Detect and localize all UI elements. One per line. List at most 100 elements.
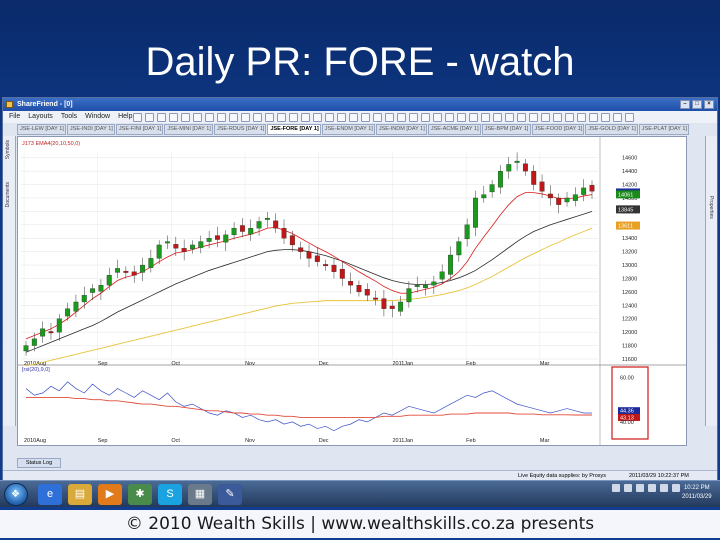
taskbar-icons: e ▤ ▶ ✱ S ▦ ✎ (38, 484, 242, 505)
candle-up (398, 301, 404, 312)
x-tick-label: Dec (319, 361, 329, 367)
toolbar-button-icon[interactable] (325, 112, 334, 122)
side-tab-properties[interactable]: Properties (708, 196, 714, 219)
toolbar-button-icon[interactable] (457, 112, 466, 122)
tab-jse-gold[interactable]: JSE-GOLD [DAY 1] (585, 124, 638, 135)
candle-up (489, 184, 495, 193)
people-icon[interactable]: ✱ (128, 484, 152, 505)
toolbar-button-icon[interactable] (277, 112, 286, 122)
toolbar-button-icon[interactable] (481, 112, 490, 122)
skype-icon[interactable]: S (158, 484, 182, 505)
tab-jse-indi[interactable]: JSE-INDI [DAY 1] (66, 124, 115, 135)
tray-icon[interactable] (672, 484, 680, 492)
tab-jse-food[interactable]: JSE-FOOD [DAY 1] (531, 124, 585, 135)
toolbar-button-icon[interactable] (265, 112, 274, 122)
toolbar-button-icon[interactable] (157, 112, 166, 122)
toolbar-button-icon[interactable] (169, 112, 178, 122)
toolbar-button-icon[interactable] (193, 112, 202, 122)
menu-help[interactable]: Help (118, 111, 132, 123)
toolbar-button-icon[interactable] (385, 112, 394, 122)
internet-explorer-icon[interactable]: e (38, 484, 62, 505)
taskbar-clock[interactable]: 10:22 PM 2011/03/29 (682, 484, 712, 502)
tab-jse-indm[interactable]: JSE-INDM [DAY 1] (375, 124, 427, 135)
menu-window[interactable]: Window (85, 111, 110, 123)
toolbar-button-icon[interactable] (505, 112, 514, 122)
toolbar-button-icon[interactable] (409, 112, 418, 122)
candle-up (248, 228, 254, 235)
chart-area[interactable]: 1460014400142001400013800136001340013200… (17, 136, 687, 446)
toolbar-button-icon[interactable] (337, 112, 346, 122)
tray-icon[interactable] (648, 484, 656, 492)
candle-down (314, 255, 320, 262)
candle-up (564, 197, 570, 203)
toolbar-button-icon[interactable] (241, 112, 250, 122)
toolbar-button-icon[interactable] (469, 112, 478, 122)
side-tab-symbols[interactable]: Symbols (5, 140, 11, 159)
toolbar-button-icon[interactable] (613, 112, 622, 122)
toolbar-button-icon[interactable] (301, 112, 310, 122)
toolbar-button-icon[interactable] (373, 112, 382, 122)
start-button[interactable]: ❖ (4, 483, 28, 506)
minimize-icon[interactable]: – (680, 100, 690, 109)
toolbar-button-icon[interactable] (421, 112, 430, 122)
toolbar-button-icon[interactable] (433, 112, 442, 122)
candle-down (173, 244, 179, 249)
maximize-icon[interactable]: □ (692, 100, 702, 109)
toolbar-button-icon[interactable] (397, 112, 406, 122)
tab-jse-bpm[interactable]: JSE-BPM [DAY 1] (481, 124, 531, 135)
toolbar-button-icon[interactable] (229, 112, 238, 122)
toolbar-button-icon[interactable] (517, 112, 526, 122)
toolbar-button-icon[interactable] (217, 112, 226, 122)
close-icon[interactable]: × (704, 100, 714, 109)
toolbar-button-icon[interactable] (361, 112, 370, 122)
toolbar-button-icon[interactable] (577, 112, 586, 122)
toolbar-button-icon[interactable] (253, 112, 262, 122)
toolbar-button-icon[interactable] (313, 112, 322, 122)
toolbar-button-icon[interactable] (529, 112, 538, 122)
toolbar-button-icon[interactable] (589, 112, 598, 122)
toolbar-button-icon[interactable] (493, 112, 502, 122)
status-log-tab[interactable]: Status Log (17, 458, 61, 468)
tray-icon[interactable] (636, 484, 644, 492)
folder-icon[interactable]: ▤ (68, 484, 92, 505)
y-tick-label: 11800 (622, 344, 637, 350)
toolbar-button-icon[interactable] (205, 112, 214, 122)
toolbar-button-icon[interactable] (625, 112, 634, 122)
x-tick-label: Feb (466, 361, 475, 367)
toolbar-button-icon[interactable] (181, 112, 190, 122)
menu-file[interactable]: File (9, 111, 20, 123)
slide-title: Daily PR: FORE - watch (145, 40, 575, 84)
tray-icon[interactable] (612, 484, 620, 492)
media-player-icon[interactable]: ▶ (98, 484, 122, 505)
tab-jse-lew[interactable]: JSE-LEW [DAY 1] (17, 124, 66, 135)
menu-layouts[interactable]: Layouts (28, 111, 53, 123)
toolbar-button-icon[interactable] (145, 112, 154, 122)
tab-jse-endm[interactable]: JSE-ENDM [DAY 1] (321, 124, 375, 135)
x-tick-label: Nov (245, 438, 255, 444)
tray-icon[interactable] (624, 484, 632, 492)
candle-up (431, 281, 437, 286)
tab-jse-fini[interactable]: JSE-FINI [DAY 1] (115, 124, 164, 135)
tab-jse-plat[interactable]: JSE-PLAT [DAY 1] (638, 124, 689, 135)
x-tick-label: 2010Aug (24, 438, 46, 444)
candle-up (31, 338, 37, 346)
side-tab-documents[interactable]: Documents (5, 182, 11, 207)
tab-jse-acme[interactable]: JSE-ACME [DAY 1] (427, 124, 481, 135)
toolbar-button-icon[interactable] (349, 112, 358, 122)
tab-jse-rdus[interactable]: JSE-RDUS [DAY 1] (213, 124, 267, 135)
toolbar-button-icon[interactable] (601, 112, 610, 122)
tray-icon[interactable] (660, 484, 668, 492)
toolbar-button-icon[interactable] (289, 112, 298, 122)
tab-jse-mini[interactable]: JSE-MINI [DAY 1] (164, 124, 213, 135)
menu-tools[interactable]: Tools (61, 111, 77, 123)
candle-up (90, 288, 96, 293)
editor-icon[interactable]: ✎ (218, 484, 242, 505)
toolbar-button-icon[interactable] (541, 112, 550, 122)
toolbar-button-icon[interactable] (133, 112, 142, 122)
toolbar-button-icon[interactable] (445, 112, 454, 122)
price-chart[interactable]: 1460014400142001400013800136001340013200… (18, 137, 686, 445)
tab-jse-fore[interactable]: JSE-FORE [DAY 1] (267, 124, 321, 135)
toolbar-button-icon[interactable] (565, 112, 574, 122)
chart-app-icon[interactable]: ▦ (188, 484, 212, 505)
toolbar-button-icon[interactable] (553, 112, 562, 122)
